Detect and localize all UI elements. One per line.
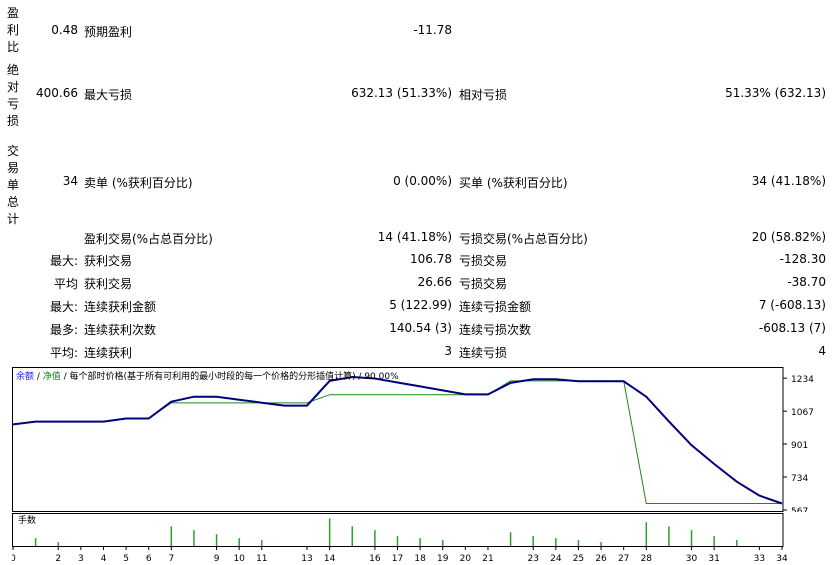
max-consecutive-loss-count-value: -608.13 (7) xyxy=(758,321,826,335)
avg-consecutive-wins-value: 3 xyxy=(444,344,452,358)
largest-profit-value: 106.78 xyxy=(410,252,452,266)
largest-prefix: 最大: xyxy=(49,254,78,268)
long-positions-label: 买单 (%获利百分比) xyxy=(459,176,568,190)
x-tick-label-25: 31 xyxy=(708,554,719,564)
x-tick-label-16: 20 xyxy=(460,554,472,564)
largest-profit-label: 获利交易 xyxy=(84,254,133,268)
max-consecutive-loss-count-label: 连续亏损次数 xyxy=(459,323,532,337)
x-tick-label-23: 28 xyxy=(641,554,653,564)
average-loss-value: -38.70 xyxy=(787,275,826,289)
x-tick-label-19: 24 xyxy=(550,554,562,564)
y-tick-label-0: 1234 xyxy=(791,375,814,385)
y-tick-label-4: 567 xyxy=(791,507,808,512)
chart-frame xyxy=(12,367,784,512)
max-consecutive-losses-value: 7 (-608.13) xyxy=(758,298,826,312)
long-positions-value: 34 (41.18%) xyxy=(751,174,826,188)
x-tick-label-9: 11 xyxy=(256,554,267,564)
loss-trades-label: 亏损交易(%占总百分比) xyxy=(459,232,588,246)
x-tick-label-12: 16 xyxy=(369,554,381,564)
max-count-prefix: 最多: xyxy=(49,323,78,337)
x-tick-label-15: 19 xyxy=(437,554,449,564)
side-label-profit-factor: 盈利比 xyxy=(6,6,19,54)
maximal-drawdown-value: 632.13 (51.33%) xyxy=(351,86,452,100)
x-tick-label-14: 18 xyxy=(414,554,426,564)
average-prefix: 平均 xyxy=(53,277,78,291)
avg-consecutive-losses-label: 连续亏损 xyxy=(459,346,508,360)
side-label-absolute-drawdown: 绝对亏损 xyxy=(6,63,19,128)
side-label-total-trades: 交易单总计 xyxy=(6,144,19,226)
x-tick-label-11: 14 xyxy=(324,554,336,564)
y-tick-label-2: 901 xyxy=(791,441,808,451)
average-profit-value: 26.66 xyxy=(417,275,452,289)
profit-trades-value: 14 (41.18%) xyxy=(377,230,452,244)
chart-legend: 余额 / 净值 / 每个部时价格(基于所有可利用的最小时段的每一个价格的分形插值… xyxy=(16,369,399,382)
x-tick-label-17: 21 xyxy=(482,554,493,564)
expected-payoff-label: 预期盈利 xyxy=(84,25,133,39)
x-tick-label-27: 34 xyxy=(776,554,788,564)
max-consecutive-losses-label: 连续亏损金额 xyxy=(459,300,532,314)
x-tick-label-22: 27 xyxy=(618,554,629,564)
short-positions-value: 0 (0.00%) xyxy=(393,174,452,188)
balance-equity-chart: 1234 1067 901 734 567 xyxy=(12,367,814,512)
y-tick-label-3: 734 xyxy=(791,474,808,484)
x-tick-label-5: 6 xyxy=(146,554,152,564)
legend-balance: 余额 xyxy=(16,372,35,382)
x-tick-label-6: 7 xyxy=(168,554,174,564)
max-consecutive-prefix: 最大: xyxy=(49,300,78,314)
max-consecutive-wins-label: 连续获利金额 xyxy=(84,300,157,314)
x-tick-label-0: 0 xyxy=(12,554,16,564)
expected-payoff-value: -11.78 xyxy=(413,23,452,37)
x-tick-label-3: 4 xyxy=(101,554,107,564)
largest-loss-label: 亏损交易 xyxy=(459,254,508,268)
avg-consecutive-wins-label: 连续获利 xyxy=(84,346,133,360)
legend-sep: / xyxy=(34,372,43,382)
volume-title: 手数 xyxy=(18,514,36,526)
relative-drawdown-label: 相对亏损 xyxy=(459,88,508,102)
x-tick-label-20: 25 xyxy=(573,554,584,564)
avg-consecutive-prefix: 平均: xyxy=(49,346,78,360)
x-tick-label-2: 3 xyxy=(78,554,84,564)
legend-equity: 净值 xyxy=(42,372,61,382)
max-consecutive-profit-count-label: 连续获利次数 xyxy=(84,323,157,337)
largest-loss-value: -128.30 xyxy=(779,252,826,266)
total-trades-value: 34 xyxy=(62,174,78,188)
short-positions-label: 卖单 (%获利百分比) xyxy=(84,176,193,190)
profit-trades-label: 盈利交易(%占总百分比) xyxy=(84,232,213,246)
x-tick-label-18: 23 xyxy=(527,554,538,564)
y-tick-label-1: 1067 xyxy=(791,408,814,418)
profit-factor-value: 0.48 xyxy=(51,23,78,37)
average-loss-label: 亏损交易 xyxy=(459,277,508,291)
absolute-drawdown-value: 400.66 xyxy=(36,86,78,100)
x-tick-label-21: 26 xyxy=(595,554,607,564)
max-consecutive-profit-count-value: 140.54 (3) xyxy=(389,321,452,335)
legend-rest: / 每个部时价格(基于所有可利用的最小时段的每一个价格的分形插值计算) / 90… xyxy=(60,372,399,382)
x-tick-label-4: 5 xyxy=(123,554,129,564)
x-tick-label-8: 10 xyxy=(233,554,245,564)
avg-consecutive-losses-value: 4 xyxy=(818,344,826,358)
x-tick-label-26: 33 xyxy=(754,554,765,564)
average-profit-label: 获利交易 xyxy=(84,277,133,291)
x-tick-label-24: 30 xyxy=(686,554,698,564)
x-tick-label-10: 13 xyxy=(301,554,312,564)
maximal-drawdown-label: 最大亏损 xyxy=(84,88,133,102)
loss-trades-value: 20 (58.82%) xyxy=(751,230,826,244)
x-tick-label-13: 17 xyxy=(392,554,403,564)
volume-chart: 手数0 2 3 4 5 6 7 9 10 11 13 14 16 17 18 19 20 21 23 24 25 26 27… xyxy=(12,513,788,564)
x-tick-label-7: 9 xyxy=(214,554,220,564)
x-tick-label-1: 2 xyxy=(55,554,61,564)
relative-drawdown-value: 51.33% (632.13) xyxy=(725,86,826,100)
max-consecutive-wins-value: 5 (122.99) xyxy=(389,298,452,312)
